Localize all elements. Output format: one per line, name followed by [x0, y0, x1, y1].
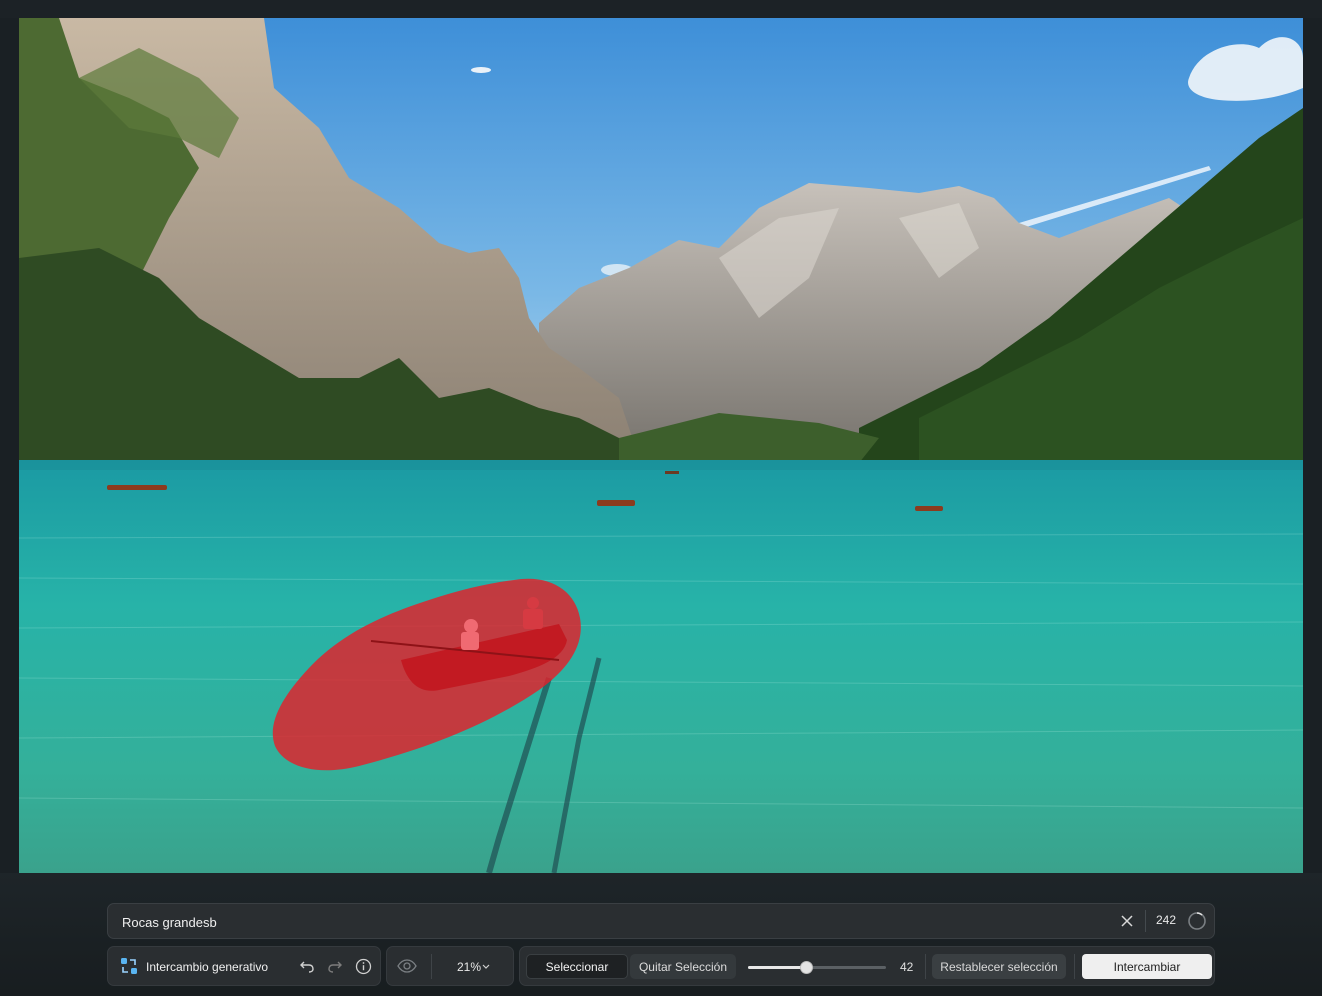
tool-group: Intercambio generativo [107, 946, 381, 986]
brush-size-value: 42 [900, 960, 914, 974]
prompt-input[interactable] [120, 904, 1104, 940]
credits-count: 242 [1156, 913, 1177, 927]
swap-button[interactable]: Intercambiar [1082, 954, 1212, 979]
reset-selection-button[interactable]: Restablecer selección [932, 954, 1066, 979]
deselect-mode-button[interactable]: Quitar Selección [630, 954, 736, 979]
prompt-bar: 242 [107, 903, 1215, 940]
chevron-down-icon[interactable] [481, 956, 491, 978]
undo-icon[interactable] [296, 955, 318, 977]
tool-label: Intercambio generativo [146, 960, 269, 974]
top-frame [0, 0, 1322, 18]
view-group: 21% [386, 946, 514, 986]
image-canvas[interactable] [19, 18, 1303, 873]
generative-swap-icon [118, 955, 140, 977]
select-mode-button[interactable]: Seleccionar [526, 954, 628, 979]
redo-icon[interactable] [324, 955, 346, 977]
eye-icon[interactable] [396, 955, 418, 977]
prompt-divider [1145, 910, 1146, 932]
close-icon[interactable] [1116, 909, 1138, 933]
zoom-level[interactable]: 21% [457, 960, 481, 974]
selection-separator [925, 954, 926, 979]
info-icon[interactable] [352, 955, 374, 977]
landscape-photo [19, 18, 1303, 873]
swap-separator [1074, 954, 1075, 979]
brush-size-fill [748, 966, 806, 969]
brush-size-knob[interactable] [799, 961, 813, 974]
credits-ring-icon [1187, 911, 1207, 936]
selection-group: Seleccionar Quitar Selección 42 Restable… [519, 946, 1215, 986]
view-separator [431, 954, 432, 979]
brush-size-slider[interactable] [748, 961, 886, 974]
